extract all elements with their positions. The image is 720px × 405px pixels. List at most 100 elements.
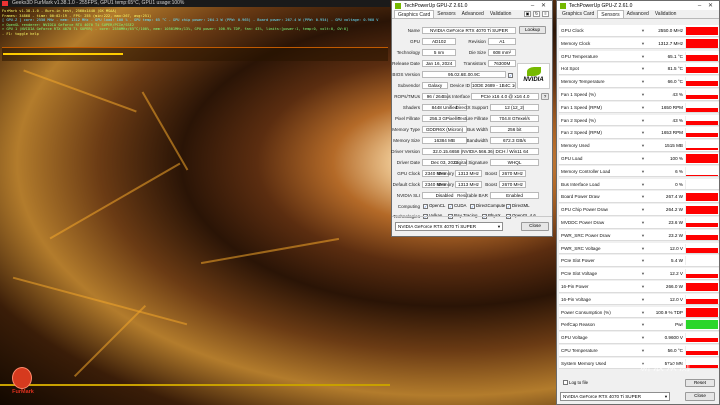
sensor-mode-dropdown-icon[interactable]: ▼	[641, 143, 645, 148]
tab-validation[interactable]: Validation	[652, 10, 680, 18]
menu-icon[interactable]: ≡	[542, 11, 549, 17]
sensor-mode-dropdown-icon[interactable]: ▼	[641, 348, 645, 353]
value-digital-signature: WHQL	[490, 159, 539, 166]
screenshot-icon[interactable]: ▣	[524, 11, 531, 17]
label-gpu-clock: GPU Clock	[397, 171, 420, 176]
furmark-titlebar[interactable]: Geeks3D FurMark v1.38.1.0 - 255FPS, GPU1…	[0, 0, 390, 7]
label-die-size: Die Size	[468, 50, 486, 55]
label-release-date: Release Date	[392, 61, 420, 66]
sensor-graph-fill	[686, 206, 718, 215]
sensor-row: GPU Load ▼ 100 %	[559, 153, 719, 165]
close-button-sensors[interactable]: Close	[685, 392, 715, 401]
sensor-label: Fan 1 Speed (%)	[561, 92, 596, 97]
tab-advanced[interactable]: Advanced	[459, 10, 487, 18]
sensor-graph	[685, 64, 718, 74]
bus-help-button[interactable]: ?	[541, 93, 549, 100]
sensor-label: GPU Voltage	[561, 335, 588, 341]
sensor-mode-dropdown-icon[interactable]: ▼	[641, 156, 645, 161]
lookup-button[interactable]: Lookup	[519, 26, 546, 34]
sensor-mode-dropdown-icon[interactable]: ▼	[641, 271, 645, 276]
sensor-card-select-dropdown[interactable]: NVIDIA GeForce RTX 4070 Ti SUPER ▼	[560, 392, 670, 401]
sensor-label: 16-Pin Power	[561, 284, 589, 289]
overlay-line: > GPU 1 (NVIDIA GeForce RTX 4070 Ti SUPE…	[2, 27, 349, 32]
sensor-mode-dropdown-icon[interactable]: ▼	[641, 220, 645, 225]
sensor-mode-dropdown-icon[interactable]: ▼	[641, 92, 645, 97]
sensor-label: MVDDC Power Draw	[561, 220, 605, 225]
sensor-graph	[685, 38, 718, 48]
sensor-mode-dropdown-icon[interactable]: ▼	[641, 118, 645, 123]
sensor-mode-dropdown-icon[interactable]: ▼	[641, 246, 645, 251]
sensor-value: 23.2 W	[668, 232, 683, 238]
value-release-date: Jan 16, 2024	[422, 60, 456, 67]
sensor-mode-dropdown-icon[interactable]: ▼	[641, 105, 645, 110]
close-button-card[interactable]: Close	[521, 222, 549, 231]
sensor-row: Memory Used ▼ 1515 MB	[559, 140, 719, 152]
sensor-mode-dropdown-icon[interactable]: ▼	[641, 310, 645, 315]
gpuz-card-body: Name NVIDIA GeForce RTX 4070 Ti SUPER Lo…	[391, 19, 552, 224]
close-button[interactable]: ✕	[705, 2, 716, 9]
sensor-mode-dropdown-icon[interactable]: ▼	[641, 130, 645, 135]
sensor-graph-fill	[686, 154, 718, 163]
sensor-graph	[685, 115, 718, 125]
tab-sensors[interactable]: Sensors	[597, 10, 624, 18]
sensor-label: System Memory Used	[561, 360, 607, 366]
sensor-mode-dropdown-icon[interactable]: ▼	[641, 258, 645, 263]
label-subvendor: Subvendor	[397, 83, 420, 88]
value-bus-interface: PCIe x16 4.0 @ x16 4.0	[471, 93, 539, 100]
sensor-graph-fill	[686, 55, 718, 61]
gpuz-card-titlebar[interactable]: TechPowerUp GPU-Z 2.61.0 – ✕	[392, 1, 552, 10]
tab-validation[interactable]: Validation	[487, 10, 515, 18]
sensor-mode-dropdown-icon[interactable]: ▼	[641, 79, 645, 84]
sensor-mode-dropdown-icon[interactable]: ▼	[641, 54, 645, 59]
sensor-row: Fan 1 Speed (RPM) ▼ 1650 RPM	[559, 101, 719, 114]
sensor-label: Fan 2 Speed (RPM)	[561, 130, 602, 136]
sensor-label: Fan 1 Speed (RPM)	[561, 104, 602, 110]
sensor-mode-dropdown-icon[interactable]: ▼	[641, 66, 645, 71]
sensor-graph	[685, 218, 718, 227]
sensor-label: PCIe Slot Voltage	[561, 271, 598, 277]
sensor-mode-dropdown-icon[interactable]: ▼	[641, 284, 645, 289]
label-rops-tmus: ROPs/TMUs	[394, 94, 420, 99]
label-bus-width: Bus Width	[467, 127, 488, 132]
sensor-mode-dropdown-icon[interactable]: ▼	[641, 28, 645, 33]
sensor-row: Fan 2 Speed (RPM) ▼ 1653 RPM	[559, 127, 719, 139]
tab-graphics-card[interactable]: Graphics Card	[394, 10, 435, 18]
sensor-mode-dropdown-icon[interactable]: ▼	[641, 41, 645, 46]
tab-sensors[interactable]: Sensors	[434, 10, 458, 18]
minimize-button[interactable]: –	[527, 3, 538, 9]
label-revision: Revision	[468, 39, 486, 44]
gpuz-card-title: TechPowerUp GPU-Z 2.61.0	[404, 2, 468, 9]
gpuz-sensors-window: TechPowerUp GPU-Z 2.61.0 – ✕ Graphics Ca…	[556, 0, 720, 405]
reset-button[interactable]: Reset	[685, 379, 715, 387]
sensor-row: PerfCap Reason ▼ Pwr	[559, 319, 719, 331]
gpuz-sensors-titlebar[interactable]: TechPowerUp GPU-Z 2.61.0 – ✕	[557, 1, 719, 10]
tab-advanced[interactable]: Advanced	[624, 10, 652, 18]
sensor-value: 12.0 V	[669, 296, 683, 302]
label-pixel-fillrate: Pixel Fillrate	[394, 116, 420, 121]
chevron-down-icon: ▼	[664, 394, 668, 399]
tab-graphics-card[interactable]: Graphics Card	[559, 10, 597, 18]
minimize-button[interactable]: –	[694, 3, 705, 9]
sensor-graph-fill	[686, 248, 718, 253]
sensor-mode-dropdown-icon[interactable]: ▼	[641, 169, 645, 174]
sensor-mode-dropdown-icon[interactable]: ▼	[641, 207, 645, 212]
sensor-label: PWR_SRC Power Draw	[561, 232, 611, 238]
log-to-file-checkbox[interactable]: Log to file	[563, 379, 588, 386]
sensor-label: Memory Used	[561, 143, 590, 149]
close-button[interactable]: ✕	[538, 2, 549, 9]
label-default-boost: Boost	[485, 182, 497, 187]
sensor-mode-dropdown-icon[interactable]: ▼	[641, 297, 645, 302]
refresh-icon[interactable]: ↻	[533, 11, 540, 17]
sensor-mode-dropdown-icon[interactable]: ▼	[641, 335, 645, 340]
sensor-graph-fill	[686, 264, 718, 266]
sensor-mode-dropdown-icon[interactable]: ▼	[641, 322, 645, 327]
label-memory-clock: Memory	[437, 171, 454, 176]
value-default-memory: 1313 MHz	[455, 181, 482, 188]
card-select-dropdown[interactable]: NVIDIA GeForce RTX 4070 Ti SUPER ▼	[395, 222, 503, 231]
sensor-graph-fill	[686, 193, 718, 202]
sensor-label: Power Consumption (%)	[561, 309, 611, 315]
sensor-graph-fill	[686, 350, 718, 355]
sensor-mode-dropdown-icon[interactable]: ▼	[641, 194, 645, 199]
sensor-mode-dropdown-icon[interactable]: ▼	[641, 233, 645, 238]
sensor-mode-dropdown-icon[interactable]: ▼	[641, 182, 645, 187]
